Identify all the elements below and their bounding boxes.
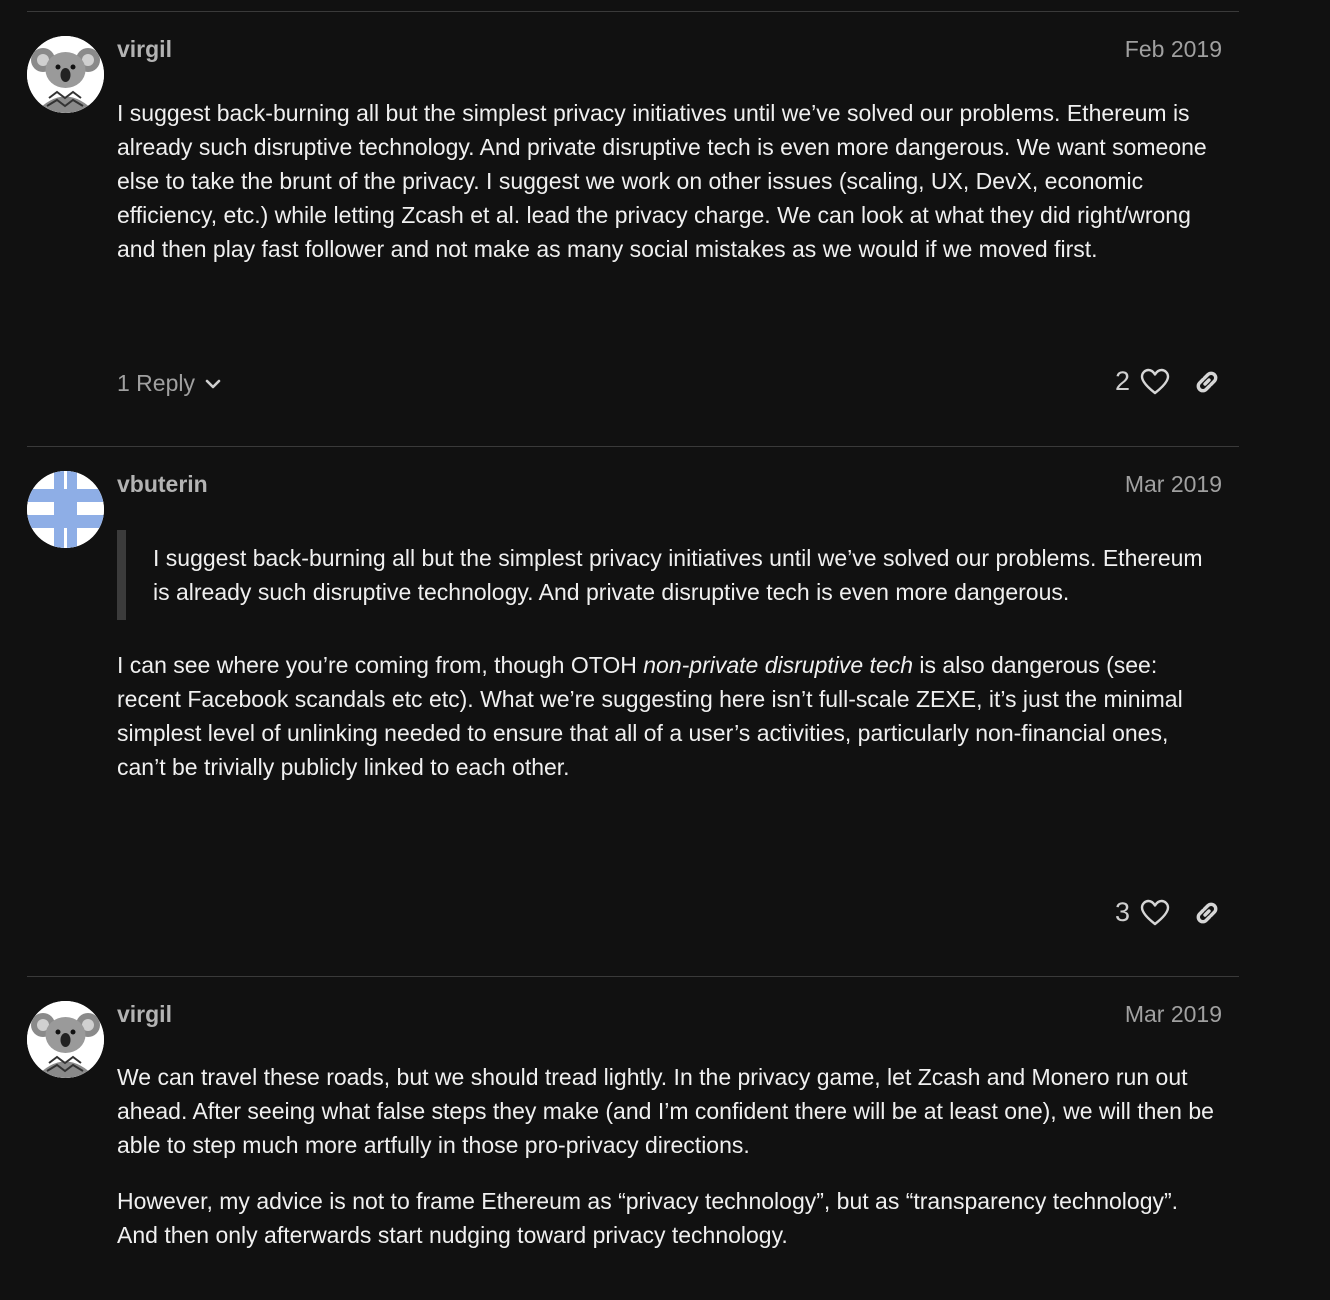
post-divider <box>27 11 1239 12</box>
post-body: I suggest back-burning all but the simpl… <box>117 530 1222 806</box>
username[interactable]: vbuterin <box>117 471 208 498</box>
post-body: I suggest back-burning all but the simpl… <box>117 96 1222 288</box>
post-stream: virgil Feb 2019 I suggest back-burning a… <box>0 0 1330 1300</box>
username[interactable]: virgil <box>117 1001 172 1028</box>
heart-icon <box>1140 899 1170 925</box>
share-link-button[interactable] <box>1192 898 1222 928</box>
reply-text-start: I can see where you’re coming from, thou… <box>117 652 644 678</box>
post-paragraph: We can travel these roads, but we should… <box>117 1064 1214 1158</box>
post-divider <box>27 446 1239 447</box>
show-replies-button[interactable]: 1 Reply <box>117 370 223 397</box>
koala-avatar-icon[interactable] <box>27 36 104 113</box>
like-button[interactable]: 2 <box>1115 366 1170 397</box>
post-date[interactable]: Mar 2019 <box>1125 1001 1222 1028</box>
post-paragraph: I can see where you’re coming from, thou… <box>117 648 1222 784</box>
quote-paragraph: I suggest back-burning all but the simpl… <box>153 545 1203 605</box>
share-link-button[interactable] <box>1192 367 1222 397</box>
blue-cross-avatar-icon[interactable] <box>27 471 104 548</box>
post-date[interactable]: Feb 2019 <box>1125 36 1222 63</box>
post-actions: 1 Reply 2 <box>117 366 1222 406</box>
quoted-text: I suggest back-burning all but the simpl… <box>117 530 1222 620</box>
emphasized-text: non-private disruptive tech <box>643 652 914 678</box>
like-button[interactable]: 3 <box>1115 897 1170 928</box>
username[interactable]: virgil <box>117 36 172 63</box>
post-paragraph: However, my advice is not to frame Ether… <box>117 1188 1179 1248</box>
post-paragraph: I suggest back-burning all but the simpl… <box>117 100 1207 262</box>
like-count: 3 <box>1114 897 1130 927</box>
koala-avatar-icon[interactable] <box>27 1001 104 1078</box>
replies-label: 1 Reply <box>117 370 195 396</box>
post-actions: 3 <box>117 897 1222 937</box>
link-icon <box>1196 371 1218 392</box>
link-icon <box>1196 902 1218 923</box>
post-date[interactable]: Mar 2019 <box>1125 471 1222 498</box>
chevron-down-icon <box>205 379 221 388</box>
heart-icon <box>1140 368 1170 394</box>
post-body: We can travel these roads, but we should… <box>117 1060 1222 1274</box>
like-count: 2 <box>1114 366 1130 396</box>
post-divider <box>27 976 1239 977</box>
